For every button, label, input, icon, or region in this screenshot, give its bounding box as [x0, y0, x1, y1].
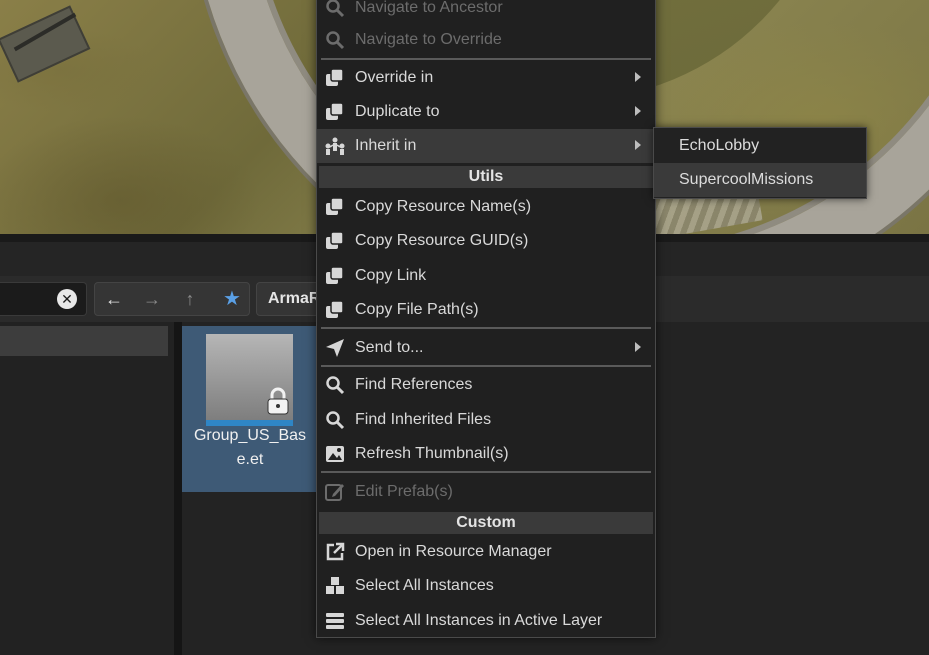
inherit-icon — [325, 137, 345, 155]
menu-item-copy-resource-guids[interactable]: Copy Resource GUID(s) — [317, 224, 655, 258]
menu-item-label: Find Inherited Files — [355, 411, 492, 428]
menu-item-label: Send to... — [355, 339, 424, 356]
search-icon — [326, 31, 345, 50]
lock-icon — [267, 387, 289, 415]
scene-prop — [0, 5, 91, 83]
copy-icon — [326, 68, 344, 86]
menu-item-override-in[interactable]: Override in — [317, 61, 655, 95]
menu-item-label: Select All Instances in Active Layer — [355, 612, 603, 629]
menu-item-find-inherited-files[interactable]: Find Inherited Files — [317, 403, 655, 437]
copy-icon — [326, 266, 344, 284]
up-arrow-icon[interactable]: ↑ — [177, 287, 203, 311]
menu-item-label: Navigate to Override — [355, 31, 502, 48]
menu-item-label: Select All Instances — [355, 577, 494, 594]
folder-tree-row[interactable] — [0, 326, 168, 356]
submenu-item-supercoolmissions[interactable]: SupercoolMissions — [654, 163, 866, 197]
menu-item-edit-prefabs[interactable]: Edit Prefab(s) — [317, 475, 655, 509]
context-menu: Navigate to Ancestor Navigate to Overrid… — [316, 0, 656, 638]
search-icon — [326, 0, 345, 18]
external-link-icon — [326, 542, 345, 561]
menu-item-label: Copy Link — [355, 267, 427, 284]
clear-search-icon[interactable]: ✕ — [57, 289, 77, 309]
menu-item-inherit-in[interactable]: Inherit in — [317, 129, 655, 163]
menu-item-label: Edit Prefab(s) — [355, 483, 453, 500]
file-thumbnail — [206, 334, 293, 426]
menu-item-label: Duplicate to — [355, 103, 440, 120]
submenu-arrow-icon — [635, 342, 641, 352]
breadcrumb-label: ArmaR — [268, 290, 321, 307]
menu-divider — [321, 58, 651, 60]
menu-item-find-references[interactable]: Find References — [317, 368, 655, 402]
search-icon — [326, 376, 345, 395]
copy-icon — [326, 231, 344, 249]
pane-splitter[interactable] — [174, 322, 182, 655]
menu-item-label: Find References — [355, 376, 473, 393]
menu-item-navigate-to-ancestor[interactable]: Navigate to Ancestor — [317, 0, 655, 25]
menu-item-label: Navigate to Ancestor — [355, 0, 503, 16]
send-icon — [326, 339, 344, 357]
menu-item-label: Copy Resource GUID(s) — [355, 232, 529, 249]
copy-icon — [326, 102, 344, 120]
menu-item-label: Open in Resource Manager — [355, 543, 552, 560]
menu-item-copy-link[interactable]: Copy Link — [317, 259, 655, 293]
submenu-arrow-icon — [635, 72, 641, 82]
menu-item-send-to[interactable]: Send to... — [317, 331, 655, 365]
menu-item-label: Inherit in — [355, 137, 417, 154]
favorite-star-icon[interactable]: ★ — [219, 287, 245, 311]
submenu-item-echolobby[interactable]: EchoLobby — [654, 129, 866, 163]
forward-arrow-icon[interactable]: → — [139, 287, 165, 311]
menu-item-select-all-instances-in-active-layer[interactable]: Select All Instances in Active Layer — [317, 604, 655, 638]
menu-item-label: Override in — [355, 69, 434, 86]
submenu-item-label: SupercoolMissions — [679, 171, 814, 188]
inherit-in-submenu: EchoLobby SupercoolMissions — [653, 127, 867, 199]
menu-item-copy-file-paths[interactable]: Copy File Path(s) — [317, 293, 655, 327]
image-icon — [326, 446, 344, 462]
search-icon — [326, 411, 345, 430]
cubes-icon — [326, 577, 344, 594]
copy-icon — [326, 197, 344, 215]
menu-section-custom: Custom — [319, 512, 653, 534]
edit-icon — [325, 484, 344, 501]
submenu-arrow-icon — [635, 106, 641, 116]
file-item-selected[interactable]: Group_US_Base.et — [182, 326, 322, 492]
menu-item-select-all-instances[interactable]: Select All Instances — [317, 569, 655, 603]
menu-item-refresh-thumbnails[interactable]: Refresh Thumbnail(s) — [317, 437, 655, 471]
menu-divider — [321, 365, 651, 367]
menu-item-label: Refresh Thumbnail(s) — [355, 445, 509, 462]
menu-item-copy-resource-names[interactable]: Copy Resource Name(s) — [317, 190, 655, 224]
submenu-arrow-icon — [635, 140, 641, 150]
submenu-item-label: EchoLobby — [679, 137, 760, 154]
copy-icon — [326, 300, 344, 318]
menu-item-open-in-resource-manager[interactable]: Open in Resource Manager — [317, 535, 655, 569]
menu-divider — [321, 327, 651, 329]
menu-section-utils: Utils — [319, 166, 653, 188]
back-arrow-icon[interactable]: ← — [101, 287, 127, 311]
file-name-label: Group_US_Base.et — [193, 427, 307, 468]
menu-divider — [321, 471, 651, 473]
menu-item-label: Copy File Path(s) — [355, 301, 479, 318]
folder-tree — [0, 322, 174, 655]
layers-icon — [326, 613, 344, 629]
menu-item-label: Copy Resource Name(s) — [355, 198, 532, 215]
menu-item-navigate-to-override[interactable]: Navigate to Override — [317, 23, 655, 57]
menu-item-duplicate-to[interactable]: Duplicate to — [317, 95, 655, 129]
navigation-buttons: ← → ↑ ★ — [94, 282, 250, 316]
